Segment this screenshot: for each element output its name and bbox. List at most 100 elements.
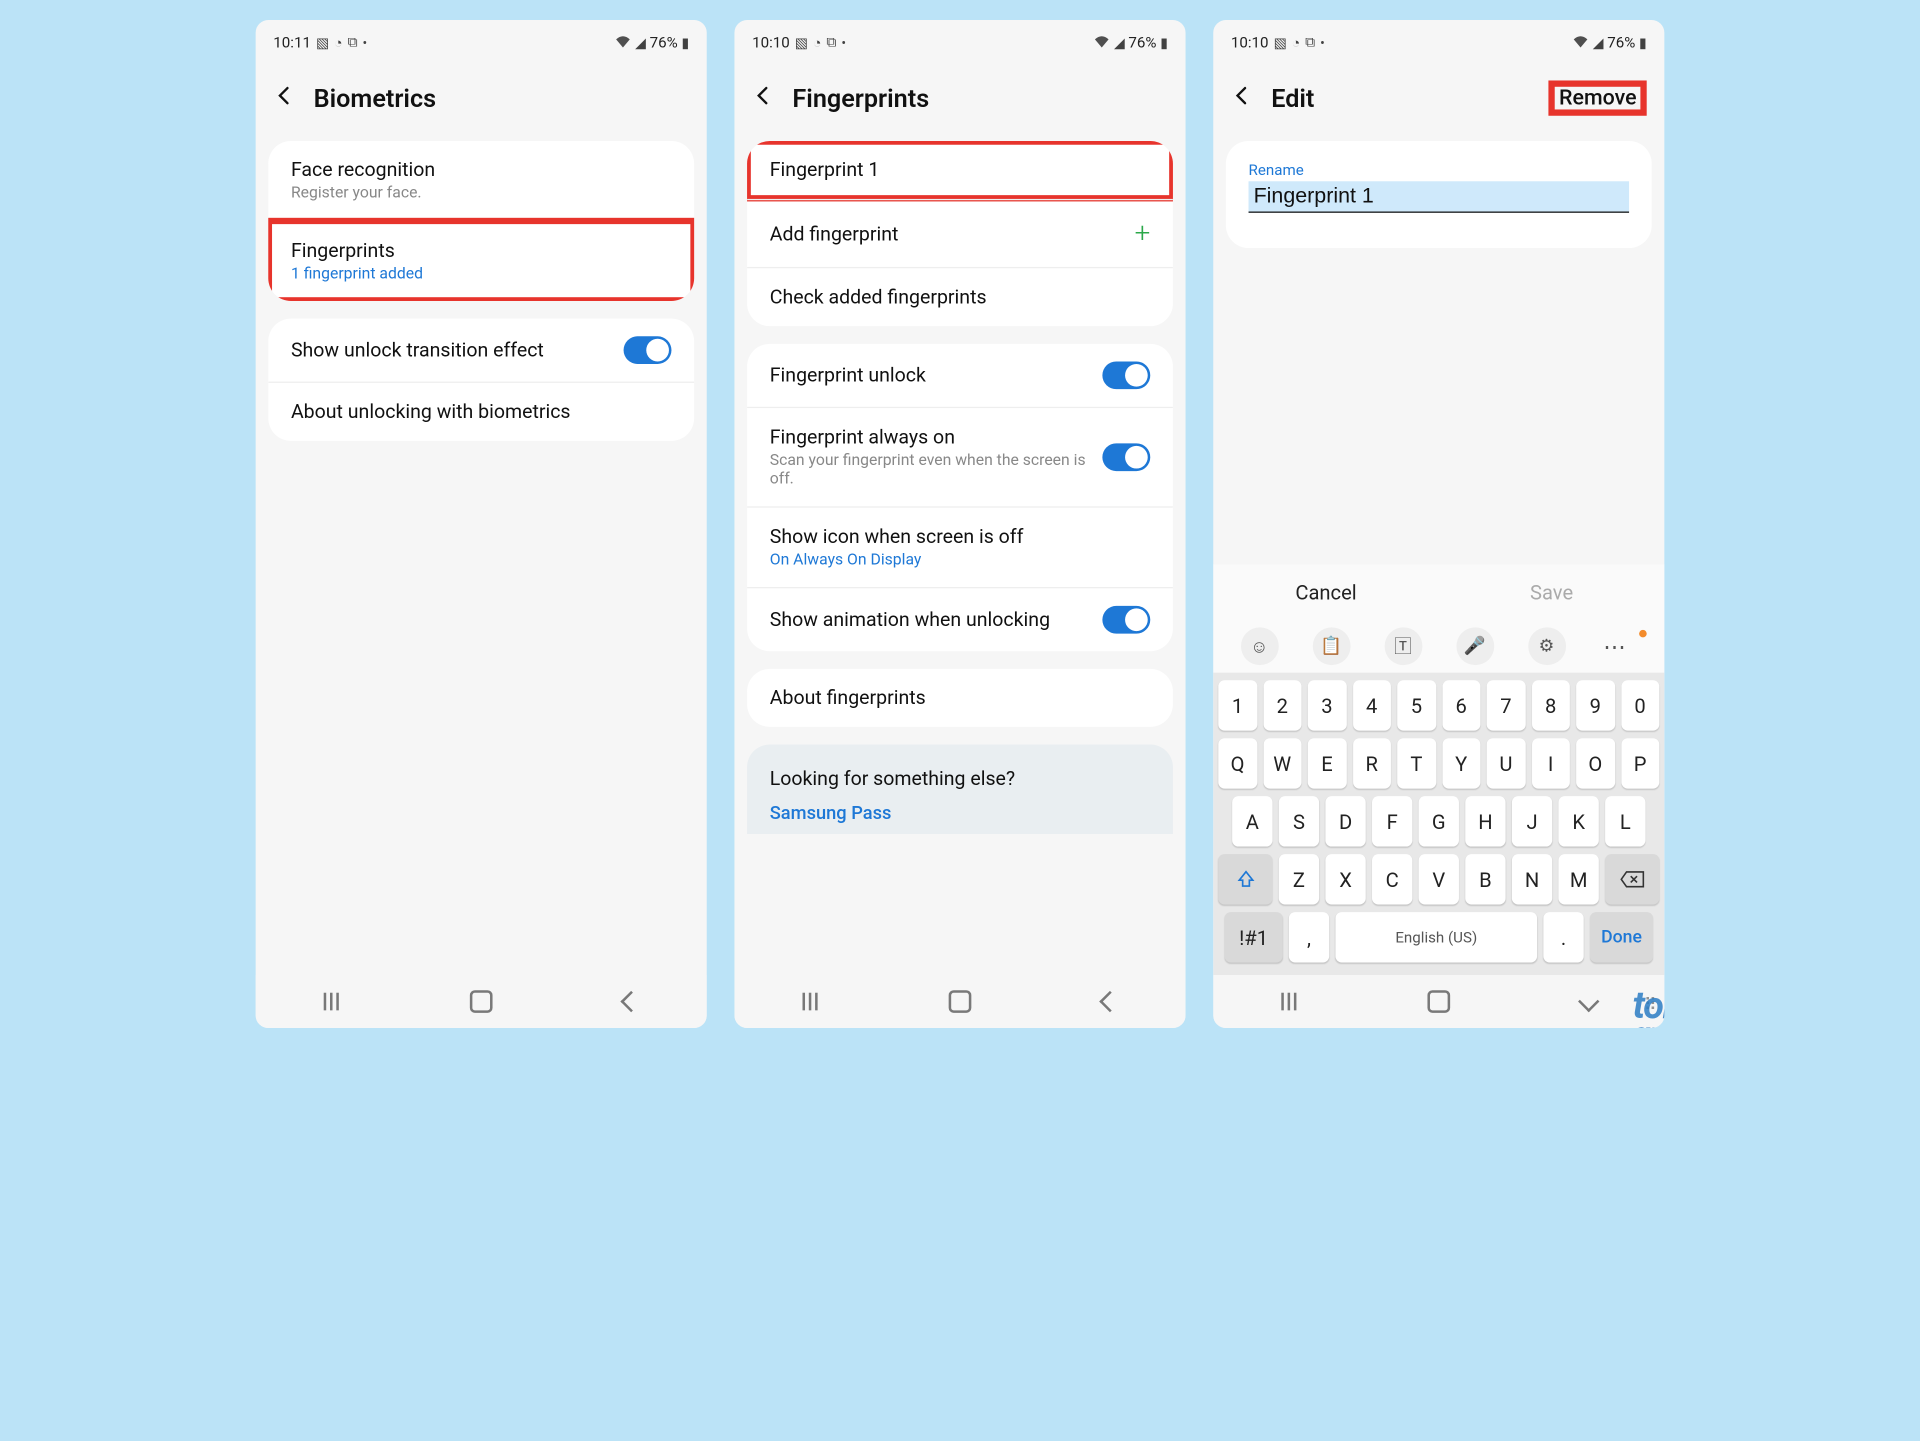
- comma-key[interactable]: ,: [1289, 912, 1329, 962]
- clipboard-icon[interactable]: 📋: [1312, 627, 1350, 665]
- key-z[interactable]: Z: [1279, 854, 1319, 904]
- screen-biometrics: 10:11 ▧ ◔ ⧉ • ◢ 76% ▮ Biometrics Face re…: [256, 20, 707, 1028]
- qwerty-row-2: ASDFGHJKL: [1218, 796, 1659, 846]
- about-unlocking-row[interactable]: About unlocking with biometrics: [268, 382, 694, 441]
- key-7[interactable]: 7: [1487, 680, 1525, 730]
- key-k[interactable]: K: [1559, 796, 1599, 846]
- wifi-icon: [1573, 34, 1589, 50]
- key-f[interactable]: F: [1372, 796, 1412, 846]
- key-w[interactable]: W: [1263, 738, 1301, 788]
- key-p[interactable]: P: [1621, 738, 1659, 788]
- status-time: 10:10: [1231, 34, 1269, 52]
- key-a[interactable]: A: [1232, 796, 1272, 846]
- key-q[interactable]: Q: [1218, 738, 1256, 788]
- transition-toggle[interactable]: [624, 336, 672, 364]
- show-animation-label: Show animation when unlocking: [770, 608, 1088, 631]
- save-button[interactable]: Save: [1439, 580, 1665, 604]
- fingerprints-row[interactable]: Fingerprints 1 fingerprint added: [268, 220, 694, 301]
- key-r[interactable]: R: [1352, 738, 1390, 788]
- always-on-row[interactable]: Fingerprint always on Scan your fingerpr…: [747, 407, 1173, 507]
- key-j[interactable]: J: [1512, 796, 1552, 846]
- key-9[interactable]: 9: [1576, 680, 1614, 730]
- recents-button[interactable]: [797, 989, 822, 1014]
- key-u[interactable]: U: [1487, 738, 1525, 788]
- show-animation-row[interactable]: Show animation when unlocking: [747, 587, 1173, 651]
- fingerprints-label: Fingerprints: [291, 239, 672, 262]
- key-c[interactable]: C: [1372, 854, 1412, 904]
- image-icon: ▧: [1274, 34, 1287, 50]
- battery-text: 76%: [1128, 34, 1156, 52]
- nav-back-button[interactable]: [1098, 989, 1123, 1014]
- samsung-pass-link[interactable]: Samsung Pass: [770, 802, 1151, 823]
- key-o[interactable]: O: [1576, 738, 1614, 788]
- key-g[interactable]: G: [1419, 796, 1459, 846]
- unlock-toggle[interactable]: [1102, 361, 1150, 389]
- more-icon[interactable]: ⋯: [1599, 627, 1637, 665]
- transition-effect-row[interactable]: Show unlock transition effect: [268, 319, 694, 382]
- key-b[interactable]: B: [1465, 854, 1505, 904]
- shift-key[interactable]: [1218, 854, 1272, 904]
- number-row: 1234567890: [1218, 680, 1659, 730]
- nav-back-button[interactable]: [619, 989, 644, 1014]
- key-m[interactable]: M: [1559, 854, 1599, 904]
- key-x[interactable]: X: [1325, 854, 1365, 904]
- key-6[interactable]: 6: [1442, 680, 1480, 730]
- status-bar: 10:10 ▧ ◔ ⧉ • ◢ 76% ▮: [734, 20, 1185, 55]
- key-n[interactable]: N: [1512, 854, 1552, 904]
- key-8[interactable]: 8: [1531, 680, 1569, 730]
- back-icon[interactable]: [271, 83, 299, 113]
- key-y[interactable]: Y: [1442, 738, 1480, 788]
- home-button[interactable]: [1426, 989, 1451, 1014]
- key-h[interactable]: H: [1465, 796, 1505, 846]
- period-key[interactable]: .: [1543, 912, 1583, 962]
- key-e[interactable]: E: [1308, 738, 1346, 788]
- check-fingerprints-row[interactable]: Check added fingerprints: [747, 267, 1173, 326]
- key-d[interactable]: D: [1325, 796, 1365, 846]
- done-key[interactable]: Done: [1590, 912, 1653, 962]
- text-icon[interactable]: 🅃: [1384, 627, 1422, 665]
- back-icon[interactable]: [1228, 83, 1256, 113]
- looking-for-section: Looking for something else? Samsung Pass: [747, 745, 1173, 834]
- key-0[interactable]: 0: [1621, 680, 1659, 730]
- emoji-icon[interactable]: ☺: [1240, 627, 1278, 665]
- mic-icon[interactable]: 🎤: [1456, 627, 1494, 665]
- back-icon[interactable]: [750, 83, 778, 113]
- show-icon-row[interactable]: Show icon when screen is off On Always O…: [747, 506, 1173, 587]
- always-on-toggle[interactable]: [1102, 443, 1150, 471]
- backspace-key[interactable]: [1605, 854, 1659, 904]
- qwerty-row-3: ZXCVBNM: [1218, 854, 1659, 904]
- key-2[interactable]: 2: [1263, 680, 1301, 730]
- add-fingerprint-row[interactable]: Add fingerprint +: [747, 199, 1173, 267]
- remove-button[interactable]: Remove: [1551, 83, 1644, 113]
- fingerprint-unlock-row[interactable]: Fingerprint unlock: [747, 344, 1173, 407]
- status-bar: 10:10 ▧ ◔ ⧉ • ◢ 76% ▮: [1213, 20, 1664, 55]
- cancel-button[interactable]: Cancel: [1213, 580, 1439, 604]
- recents-button[interactable]: [1276, 989, 1301, 1014]
- animation-toggle[interactable]: [1102, 606, 1150, 634]
- fingerprint-1-row[interactable]: Fingerprint 1: [747, 141, 1173, 199]
- recents-button[interactable]: [318, 989, 343, 1014]
- key-t[interactable]: T: [1397, 738, 1435, 788]
- space-key[interactable]: English (US): [1335, 912, 1537, 962]
- key-v[interactable]: V: [1419, 854, 1459, 904]
- key-5[interactable]: 5: [1397, 680, 1435, 730]
- home-button[interactable]: [469, 989, 494, 1014]
- key-3[interactable]: 3: [1308, 680, 1346, 730]
- face-recognition-row[interactable]: Face recognition Register your face.: [268, 141, 694, 220]
- android-navbar: [256, 975, 707, 1028]
- status-time: 10:11: [273, 34, 311, 52]
- key-s[interactable]: S: [1279, 796, 1319, 846]
- hide-keyboard-button[interactable]: [1577, 989, 1602, 1014]
- key-i[interactable]: I: [1531, 738, 1569, 788]
- about-fingerprints-row[interactable]: About fingerprints: [747, 669, 1173, 727]
- check-fingerprints-label: Check added fingerprints: [770, 286, 1151, 309]
- key-l[interactable]: L: [1605, 796, 1645, 846]
- home-button[interactable]: [947, 989, 972, 1014]
- cast-icon: ⧉: [1305, 34, 1315, 52]
- symbols-key[interactable]: !#1: [1225, 912, 1283, 962]
- settings-icon[interactable]: ⚙: [1528, 627, 1566, 665]
- watermark: tom'sguide: [1633, 992, 1665, 1028]
- key-1[interactable]: 1: [1218, 680, 1256, 730]
- key-4[interactable]: 4: [1352, 680, 1390, 730]
- rename-input[interactable]: [1249, 181, 1630, 213]
